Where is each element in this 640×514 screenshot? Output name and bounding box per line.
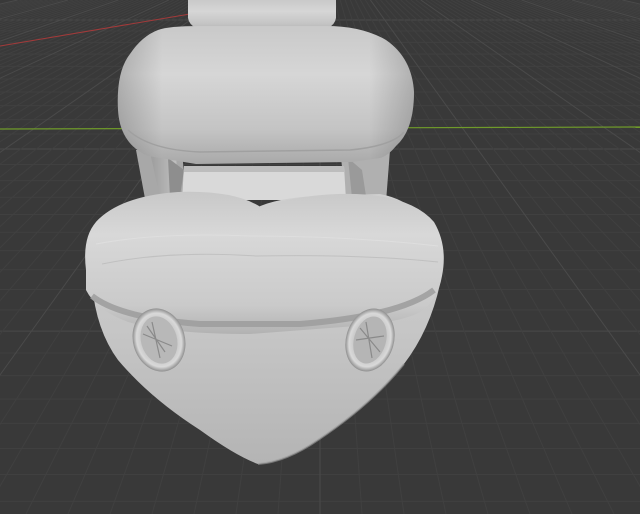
3d-viewport[interactable] [0, 0, 640, 514]
viewport-canvas[interactable] [0, 0, 640, 514]
upper-cabin-shading [117, 26, 414, 164]
